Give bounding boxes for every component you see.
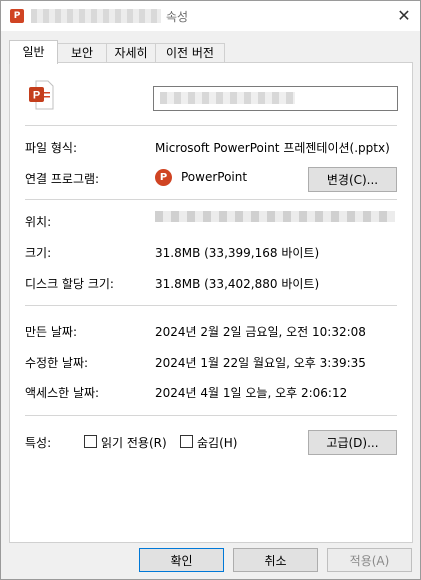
hidden-checkbox[interactable] [180, 435, 193, 448]
divider [25, 415, 397, 416]
divider [25, 305, 397, 306]
general-panel: P 파일 형식: Microsoft PowerPoint 프레젠테이션(.pp… [9, 62, 413, 543]
close-button[interactable]: ✕ [393, 5, 415, 27]
size-label: 크기: [25, 246, 52, 260]
window-title: 속성 [166, 10, 189, 24]
tab-general[interactable]: 일반 [9, 40, 58, 64]
apply-button[interactable]: 적용(A) [327, 548, 412, 572]
modified-label: 수정한 날짜: [25, 356, 89, 370]
svg-text:P: P [33, 90, 40, 102]
file-name-blurred [160, 92, 295, 104]
hidden-label: 숨김(H) [197, 436, 238, 450]
title-bar: P 속성 ✕ [1, 1, 420, 31]
opens-with-value: PowerPoint [181, 170, 248, 184]
properties-window: P 속성 ✕ 일반 보안 자세히 이전 버전 P 파일 형식: Microsof… [0, 0, 421, 580]
cancel-button[interactable]: 취소 [233, 548, 318, 572]
change-button[interactable]: 변경(C)... [308, 167, 397, 192]
attributes-label: 특성: [25, 436, 52, 450]
tab-details[interactable]: 자세히 [106, 43, 156, 63]
ok-button[interactable]: 확인 [139, 548, 224, 572]
readonly-label: 읽기 전용(R) [101, 436, 167, 450]
modified-value: 2024년 1월 22일 월요일, 오후 3:39:35 [155, 356, 366, 370]
opens-with-label: 연결 프로그램: [25, 172, 100, 186]
divider [25, 199, 397, 200]
readonly-checkbox[interactable] [84, 435, 97, 448]
file-name-input[interactable] [153, 86, 398, 111]
powerpoint-app-icon: P [155, 169, 172, 186]
location-value-blurred [155, 211, 395, 222]
created-value: 2024년 2월 2일 금요일, 오전 10:32:08 [155, 325, 366, 339]
title-filename-blurred [31, 9, 161, 23]
location-label: 위치: [25, 215, 52, 229]
accessed-value: 2024년 4월 1일 오늘, 오후 2:06:12 [155, 386, 348, 400]
tab-security[interactable]: 보안 [57, 43, 107, 63]
accessed-label: 액세스한 날짜: [25, 386, 100, 400]
powerpoint-title-icon: P [10, 9, 24, 23]
disk-size-label: 디스크 할당 크기: [25, 277, 114, 291]
file-type-label: 파일 형식: [25, 141, 78, 155]
powerpoint-file-icon: P [29, 80, 54, 110]
file-type-value: Microsoft PowerPoint 프레젠테이션(.pptx) [155, 141, 390, 155]
size-value: 31.8MB (33,399,168 바이트) [155, 246, 320, 260]
created-label: 만든 날짜: [25, 325, 78, 339]
tab-previous-versions[interactable]: 이전 버전 [155, 43, 225, 63]
divider [25, 125, 397, 126]
advanced-button[interactable]: 고급(D)... [308, 430, 397, 455]
disk-size-value: 31.8MB (33,402,880 바이트) [155, 277, 320, 291]
